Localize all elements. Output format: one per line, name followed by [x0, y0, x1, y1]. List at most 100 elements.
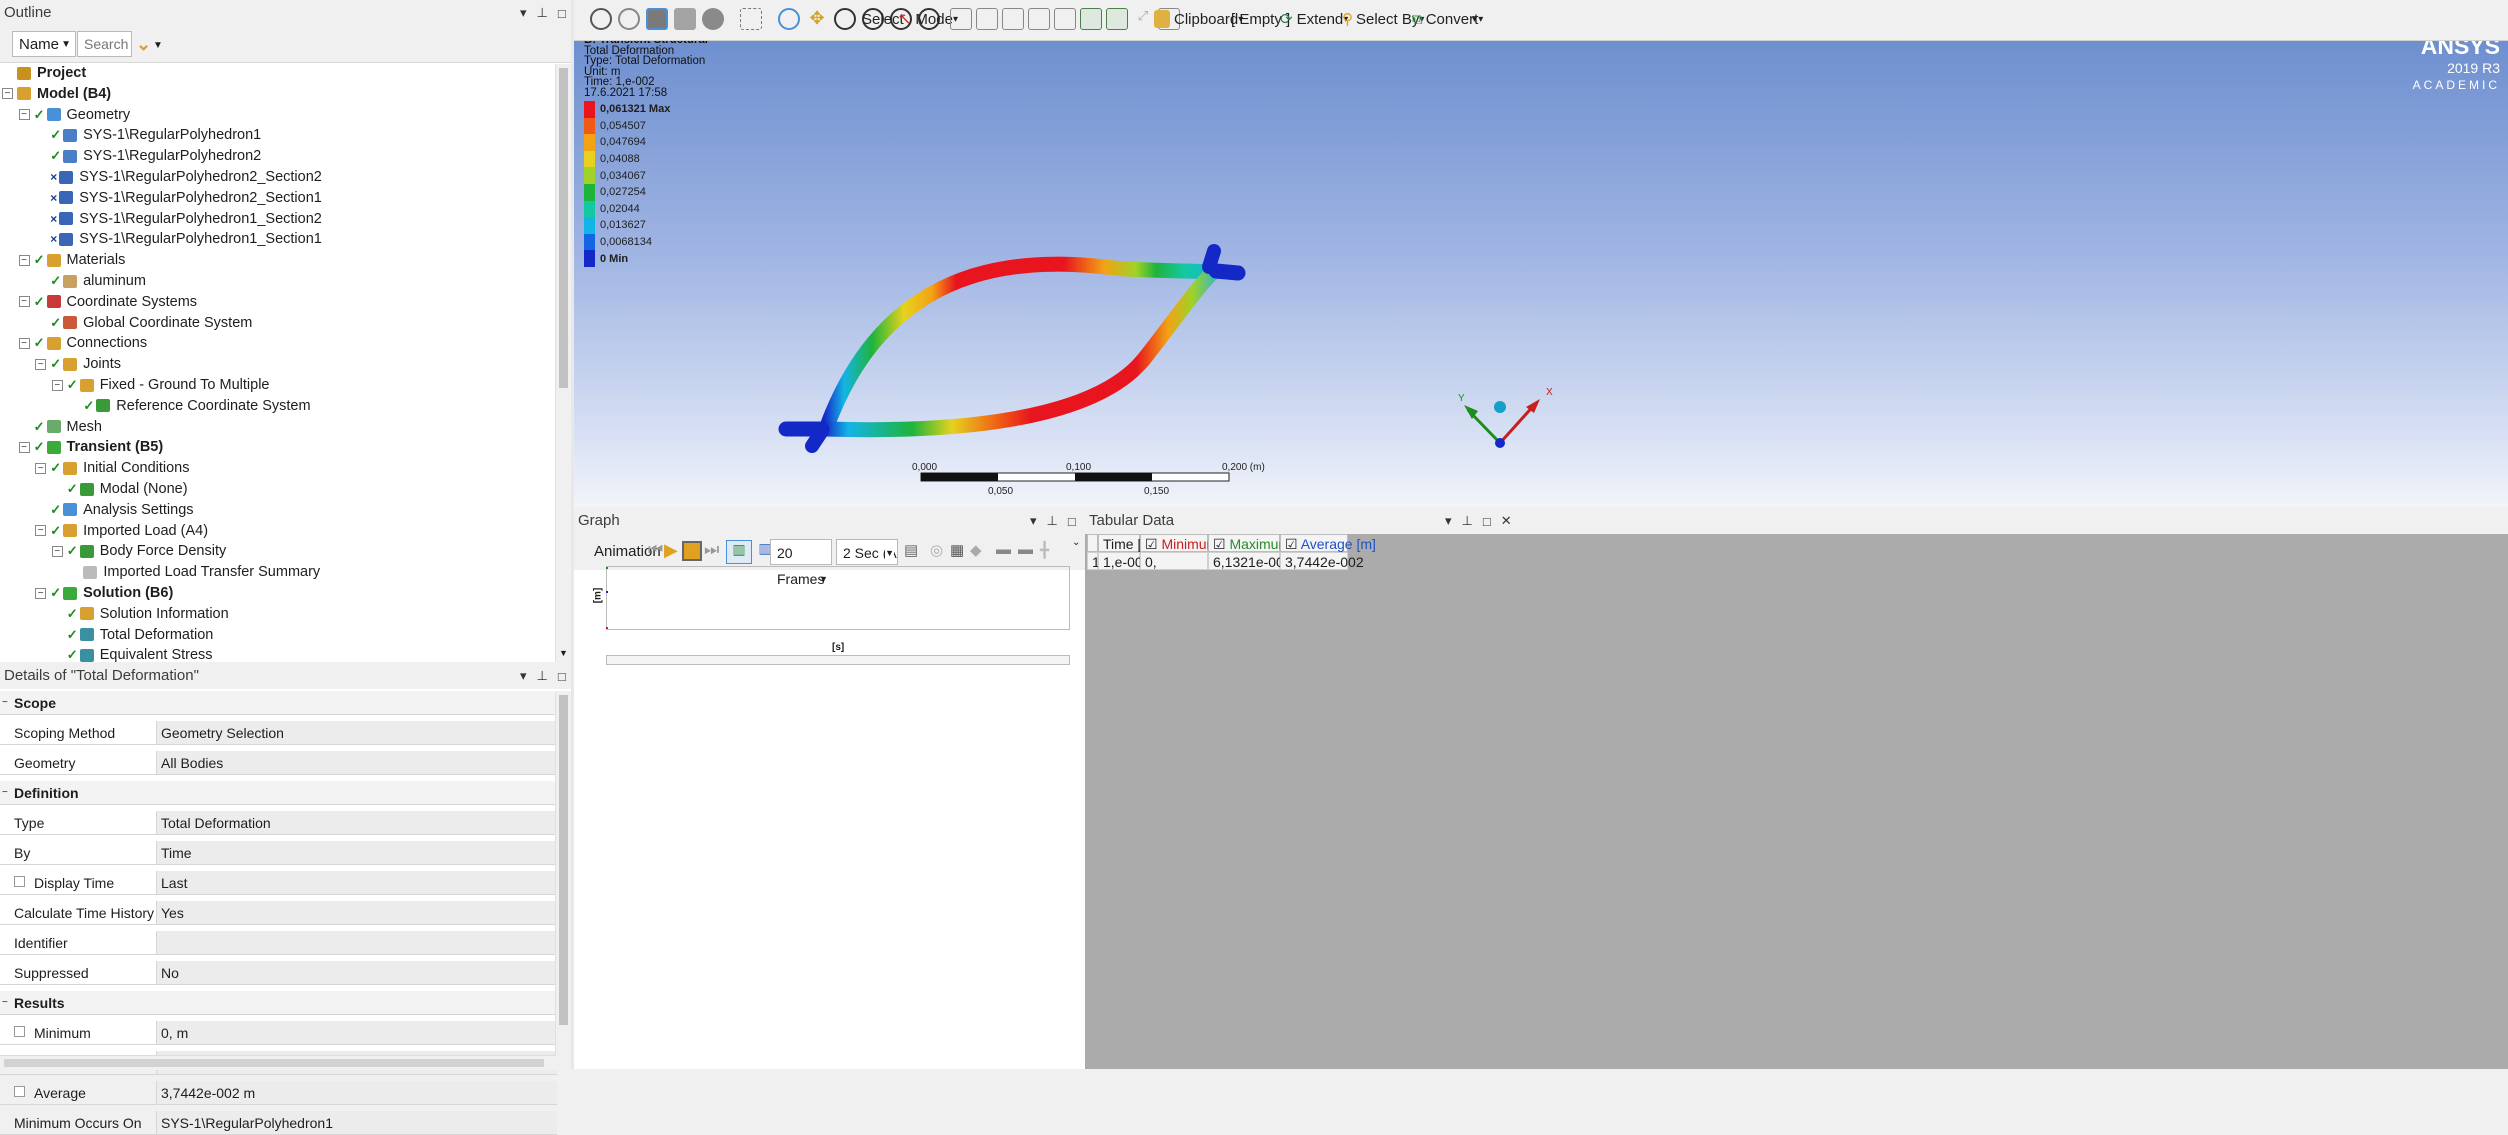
zoom-icon[interactable] [834, 8, 856, 30]
collapse-icon[interactable]: ⌄ [1072, 537, 1080, 548]
paste-icon[interactable]: ▬ [1018, 541, 1033, 558]
tree-item[interactable]: Imported Load Transfer Summary [68, 562, 320, 582]
tree-item[interactable]: ✓ SYS-1\RegularPolyhedron2 [35, 146, 261, 166]
timeline-bar[interactable] [606, 655, 1070, 665]
graphics-options-icon[interactable] [740, 8, 762, 30]
tree-item[interactable]: − ✓ Imported Load (A4) [35, 521, 208, 541]
rotate-icon[interactable] [778, 8, 800, 30]
tree-item[interactable]: ✓ Global Coordinate System [35, 313, 252, 333]
scroll-down-icon[interactable]: ▼ [559, 648, 568, 658]
tree-item[interactable]: ✓ Analysis Settings [35, 500, 193, 520]
scrollbar-thumb[interactable] [4, 1059, 544, 1067]
tree-item[interactable]: − ✓ Materials [18, 250, 125, 270]
maximum-column-header[interactable]: ☑ Maximum [m] [1208, 534, 1313, 552]
details-row[interactable]: Minimum Occurs On SYS-1\RegularPolyhedron… [0, 1111, 557, 1135]
pin-icon[interactable]: ⊥ [1047, 513, 1058, 529]
triad[interactable] [1464, 399, 1540, 448]
tree-item[interactable]: Project [2, 64, 86, 83]
maximize-icon[interactable]: □ [1068, 514, 1076, 529]
section-collapse-icon[interactable]: − [2, 691, 8, 715]
checkbox-icon[interactable]: ☑ [1145, 536, 1158, 552]
details-value[interactable]: Yes [156, 901, 557, 924]
tree-item[interactable]: − ✓ Initial Conditions [35, 458, 190, 478]
next-frame-icon[interactable]: ⏭ [704, 540, 719, 560]
copy-icon[interactable]: ▬ [996, 541, 1011, 558]
tree-item[interactable]: × SYS-1\RegularPolyhedron1_Section1 [35, 229, 322, 249]
collapse-toggle-icon[interactable]: − [35, 358, 47, 370]
select-face-icon[interactable] [1002, 8, 1024, 30]
filter-expand-icon[interactable]: ⌄ [136, 34, 151, 55]
tree-item[interactable]: − ✓ Fixed - Ground To Multiple [51, 375, 269, 395]
parameter-checkbox[interactable] [14, 876, 25, 887]
maximize-icon[interactable]: □ [1483, 514, 1491, 529]
pin-icon[interactable]: ⊥ [537, 668, 548, 684]
tree-item[interactable]: − ✓ Transient (B5) [18, 437, 163, 457]
details-value[interactable]: 3,7442e-002 m [156, 1081, 557, 1104]
minimum-column-header[interactable]: ☑ Minimum [m] [1140, 534, 1242, 552]
tree-item[interactable]: ✓ SYS-1\RegularPolyhedron1 [35, 125, 261, 145]
select-vertex-icon[interactable] [950, 8, 972, 30]
play-icon[interactable]: ▶ [664, 540, 678, 561]
tree-item[interactable]: × SYS-1\RegularPolyhedron1_Section2 [35, 209, 322, 229]
grid-icon[interactable]: ▦ [950, 541, 964, 559]
tree-item[interactable]: − ✓ Connections [18, 333, 147, 353]
average-cell[interactable]: 3,7442e-002 [1280, 552, 1364, 570]
left-end-stub-2[interactable] [805, 424, 829, 453]
pan-icon[interactable]: ✥ [806, 8, 828, 30]
details-row[interactable]: Suppressed No [0, 961, 557, 985]
tree-item[interactable]: − ✓ Joints [35, 354, 121, 374]
chevron-down-icon[interactable]: ▼ [153, 40, 163, 51]
export-video-icon[interactable]: ▤ [904, 541, 918, 559]
tree-item[interactable]: ✓ Total Deformation [52, 625, 214, 645]
details-value[interactable]: No [156, 961, 557, 984]
details-row[interactable]: Geometry All Bodies [0, 751, 557, 775]
toolbar-overflow-icon[interactable]: ▾ [1472, 6, 1477, 32]
pin-icon[interactable]: ⊥ [1462, 513, 1473, 529]
select-node-icon[interactable] [1054, 8, 1076, 30]
collapse-toggle-icon[interactable]: − [51, 545, 63, 557]
pin-icon[interactable]: ⊥ [537, 5, 548, 21]
maximize-icon[interactable]: □ [558, 669, 566, 684]
tree-item[interactable]: ✓ Reference Coordinate System [68, 396, 310, 416]
dropdown-icon[interactable]: ▾ [1445, 513, 1452, 529]
graph-plot-area[interactable] [606, 566, 1070, 630]
stop-icon[interactable] [682, 541, 702, 561]
distributed-frames-icon[interactable]: ▥ [726, 540, 752, 564]
tree-item[interactable]: ✓ Equivalent Stress [52, 645, 213, 662]
duration-select[interactable]: 2 Sec (Auto) ▼ [836, 539, 898, 565]
details-row[interactable]: Scoping Method Geometry Selection [0, 721, 557, 745]
fit-icon[interactable]: ◆ [970, 541, 982, 559]
select-edge-icon[interactable] [976, 8, 998, 30]
time-column-header[interactable]: Time [s] [1098, 534, 1152, 552]
parameter-checkbox[interactable] [14, 1086, 25, 1097]
select-element-icon[interactable] [1106, 8, 1128, 30]
collapse-toggle-icon[interactable]: − [18, 109, 30, 121]
select-element-face-icon[interactable] [1080, 8, 1102, 30]
tree-item[interactable]: ✓ aluminum [35, 271, 146, 291]
details-row[interactable]: Average 3,7442e-002 m [0, 1081, 557, 1105]
tree-item[interactable]: − ✓ Coordinate Systems [18, 292, 197, 312]
details-row[interactable]: By Time [0, 841, 557, 865]
checkbox-icon[interactable]: ☑ [1213, 536, 1226, 552]
average-column-header[interactable]: ☑ Average [m] [1280, 534, 1376, 552]
deformed-model[interactable] [574, 41, 2508, 507]
dropdown-icon[interactable]: ▾ [520, 668, 527, 684]
collapse-toggle-icon[interactable]: − [18, 337, 30, 349]
tree-item[interactable]: × SYS-1\RegularPolyhedron2_Section1 [35, 188, 322, 208]
lower-arc[interactable] [818, 263, 1222, 438]
collapse-toggle-icon[interactable]: − [35, 587, 47, 599]
tree-item[interactable]: − Model (B4) [2, 84, 111, 104]
extend-icon[interactable]: ⤢ [1132, 8, 1154, 30]
details-value[interactable]: SYS-1\RegularPolyhedron1 [156, 1111, 557, 1134]
render-mode-icon[interactable] [702, 8, 724, 30]
clipboard-button[interactable]: Clipboard ▾ [1154, 6, 1243, 32]
parameter-checkbox[interactable] [14, 1026, 25, 1037]
collapse-toggle-icon[interactable]: − [35, 462, 47, 474]
time-cell[interactable]: 1,e-002 [1098, 552, 1150, 570]
name-filter-combo[interactable]: Name ▼ [12, 31, 76, 57]
collapse-toggle-icon[interactable]: − [18, 441, 30, 453]
details-hscrollbar[interactable] [0, 1055, 556, 1070]
details-value[interactable]: Last [156, 871, 557, 894]
maximize-icon[interactable]: □ [558, 6, 566, 21]
zoom-graph-icon[interactable]: ◎ [930, 541, 943, 559]
